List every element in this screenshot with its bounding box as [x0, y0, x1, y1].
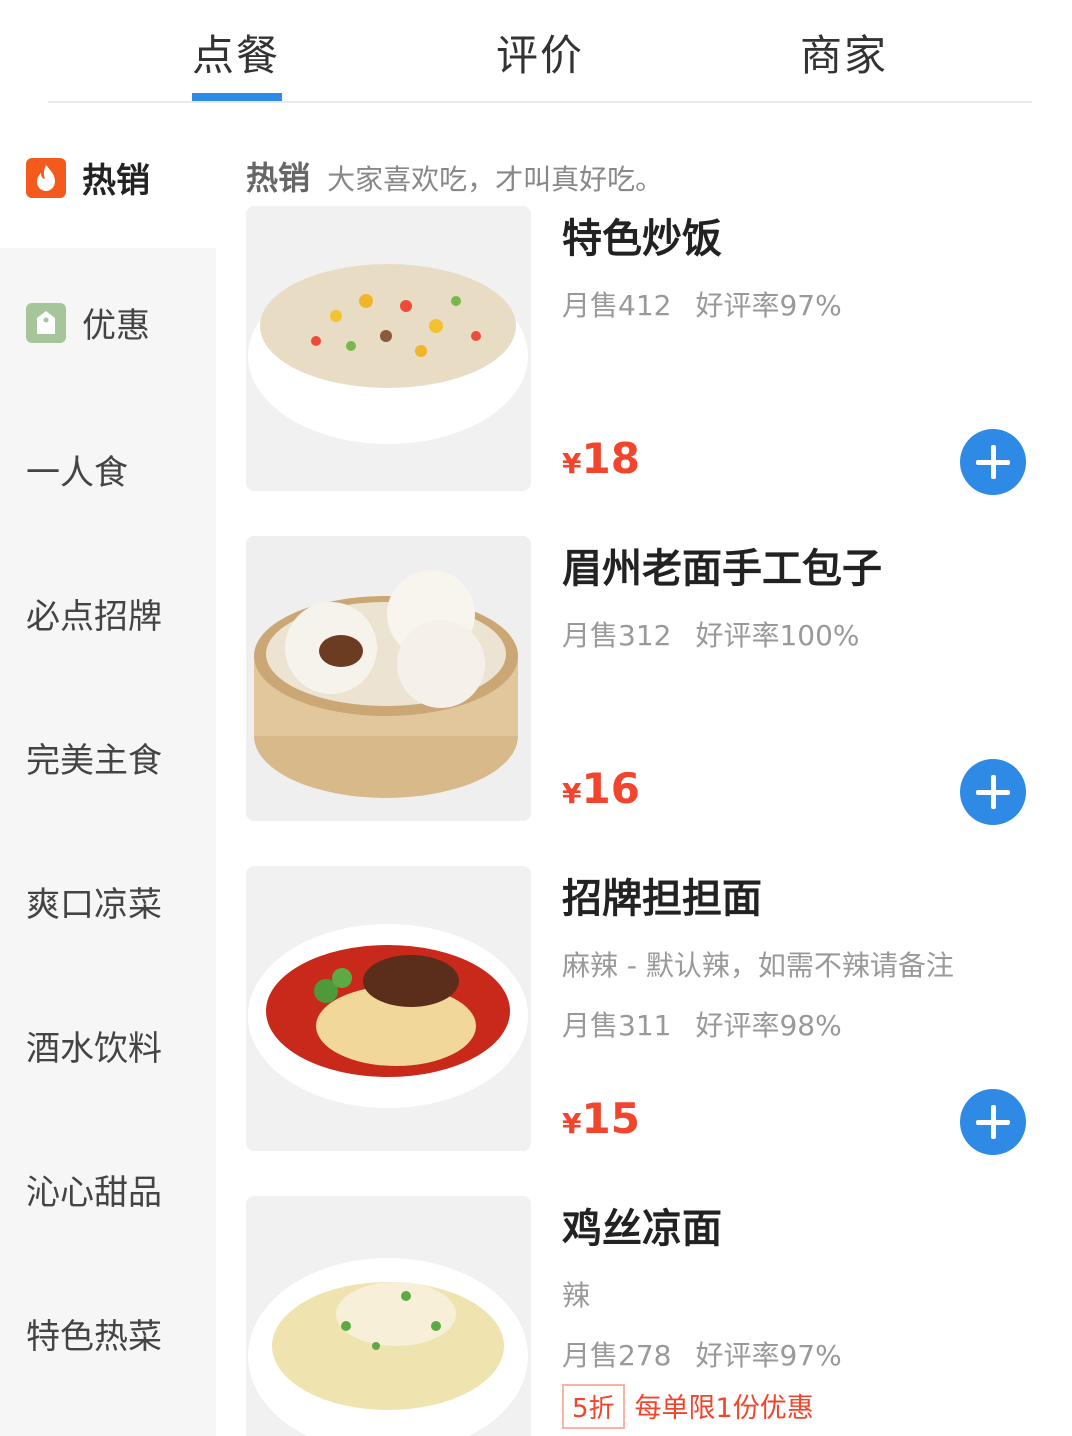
price-value: 15: [581, 1094, 640, 1143]
product-item[interactable]: 特色炒饭 月售412 好评率97% ¥18: [246, 206, 1046, 496]
tab-order[interactable]: 点餐: [192, 22, 280, 83]
sidebar-item-staple[interactable]: 完美主食: [26, 733, 162, 782]
sidebar-item-label: 优惠: [82, 306, 150, 346]
tag-icon: [26, 302, 66, 343]
product-name: 眉州老面手工包子: [562, 546, 882, 592]
sidebar-item-single-meal[interactable]: 一人食: [26, 445, 128, 494]
rating: 好评率100%: [695, 619, 860, 652]
steamed-buns-image[interactable]: [246, 536, 531, 821]
sidebar-item-signature[interactable]: 必点招牌: [26, 589, 162, 638]
rating: 好评率97%: [695, 1339, 842, 1372]
active-tab-indicator: [192, 93, 282, 101]
product-stats: 月售412 好评率97%: [562, 284, 842, 324]
product-item[interactable]: 眉州老面手工包子 月售312 好评率100% ¥16: [246, 536, 1046, 826]
product-price: ¥16: [562, 764, 640, 813]
currency-symbol: ¥: [562, 777, 582, 810]
fried-rice-image[interactable]: [246, 206, 531, 491]
currency-symbol: ¥: [562, 1107, 582, 1140]
rating: 好评率98%: [695, 1009, 842, 1042]
currency-symbol: ¥: [562, 447, 582, 480]
add-to-cart-button[interactable]: [960, 429, 1026, 495]
sidebar-item-cold-dishes[interactable]: 爽口凉菜: [26, 877, 162, 926]
sidebar-item-discount[interactable]: 优惠: [26, 298, 150, 347]
product-stats: 月售312 好评率100%: [562, 614, 860, 654]
sidebar-item-hot[interactable]: 热销: [26, 153, 150, 202]
promo-text: 每单限1份优惠: [634, 1393, 814, 1424]
price-value: 16: [581, 764, 640, 813]
product-item[interactable]: 招牌担担面 麻辣 - 默认辣，如需不辣请备注 月售311 好评率98% ¥15: [246, 866, 1046, 1156]
top-tab-bar: 点餐 评价 商家: [0, 0, 1072, 103]
add-to-cart-button[interactable]: [960, 759, 1026, 825]
product-item[interactable]: 鸡丝凉面 辣 月售278 好评率97% 5折 每单限1份优惠: [246, 1196, 1046, 1436]
chicken-cold-noodles-image[interactable]: [246, 1196, 531, 1436]
product-price: ¥18: [562, 434, 640, 483]
product-description: 辣: [562, 1279, 591, 1312]
discount-badge: 5折: [562, 1384, 625, 1429]
price-value: 18: [581, 434, 640, 483]
add-to-cart-button[interactable]: [960, 1089, 1026, 1155]
fire-icon: [26, 157, 66, 198]
section-header: 热销 大家喜欢吃，才叫真好吃。: [246, 153, 663, 199]
monthly-sales: 月售311: [562, 1009, 672, 1042]
monthly-sales: 月售278: [562, 1339, 672, 1372]
product-stats: 月售278 好评率97%: [562, 1334, 842, 1374]
sidebar-item-hot-dishes[interactable]: 特色热菜: [26, 1309, 162, 1358]
tab-reviews[interactable]: 评价: [496, 22, 584, 83]
section-subtitle: 大家喜欢吃，才叫真好吃。: [327, 163, 664, 196]
product-name: 特色炒饭: [562, 216, 722, 262]
product-price: ¥15: [562, 1094, 640, 1143]
sidebar-item-label: 热销: [82, 161, 150, 201]
monthly-sales: 月售412: [562, 289, 672, 322]
rating: 好评率97%: [695, 289, 842, 322]
promo-row: 5折 每单限1份优惠: [562, 1384, 814, 1429]
product-description: 麻辣 - 默认辣，如需不辣请备注: [562, 949, 954, 982]
sidebar-item-desserts[interactable]: 沁心甜品: [26, 1165, 162, 1214]
product-name: 招牌担担面: [562, 876, 762, 922]
dandan-noodles-image[interactable]: [246, 866, 531, 1151]
monthly-sales: 月售312: [562, 619, 672, 652]
product-name: 鸡丝凉面: [562, 1206, 722, 1252]
section-title: 热销: [246, 159, 311, 197]
category-sidebar: 热销 优惠 一人食 必点招牌 完美主食 爽口凉菜 酒水饮料 沁心甜品 特色热菜: [0, 103, 216, 1436]
tab-merchant[interactable]: 商家: [800, 22, 888, 83]
product-stats: 月售311 好评率98%: [562, 1004, 842, 1044]
sidebar-item-drinks[interactable]: 酒水饮料: [26, 1021, 162, 1070]
